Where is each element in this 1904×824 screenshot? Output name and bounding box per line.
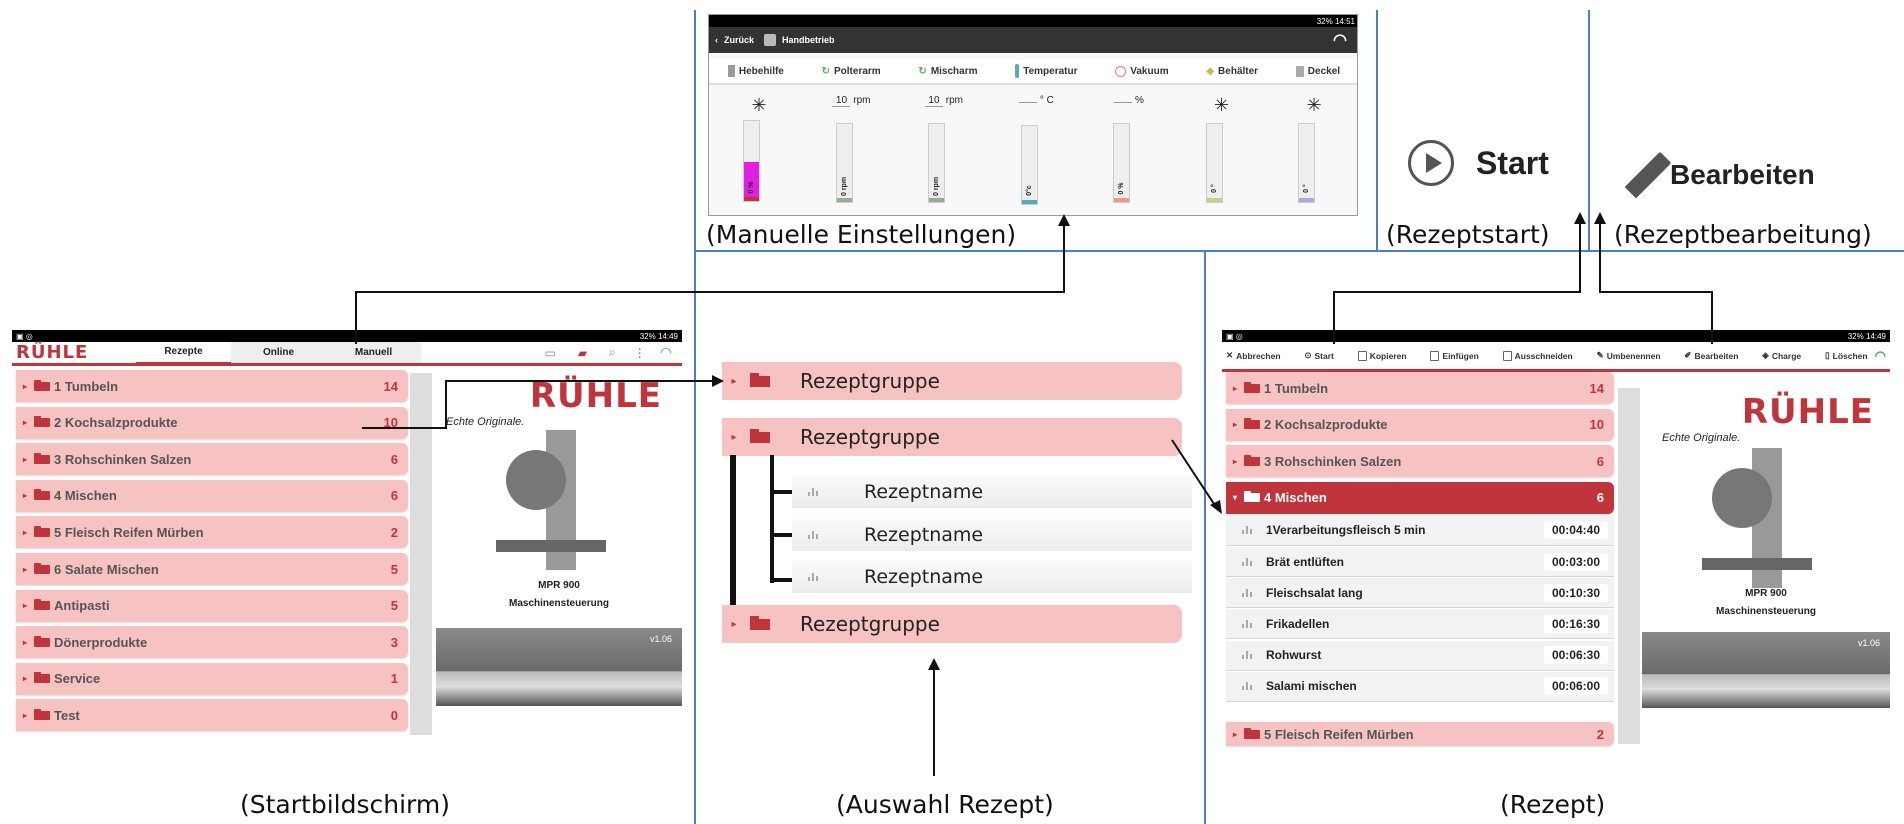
arrow-start bbox=[1333, 222, 1581, 344]
arrow-tree-to-recipe bbox=[1171, 439, 1219, 511]
connector-arrows bbox=[355, 212, 1713, 776]
arrow-edit bbox=[1599, 222, 1713, 344]
arrow-home-to-manual bbox=[355, 224, 1065, 344]
arrow-home-to-tree bbox=[362, 380, 712, 429]
